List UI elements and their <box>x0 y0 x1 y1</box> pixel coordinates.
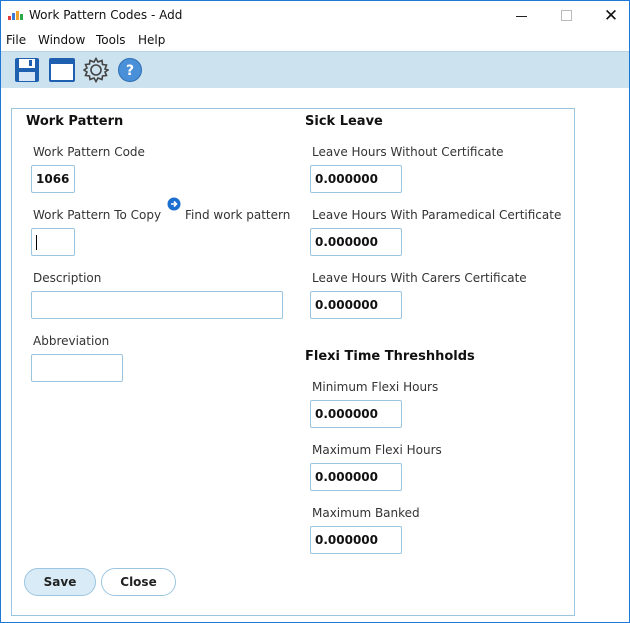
leave-without-cert-field[interactable]: 0.000000 <box>310 165 402 193</box>
window-title: Work Pattern Codes - Add <box>29 8 183 22</box>
app-logo-icon <box>8 11 23 20</box>
leave-carers-cert-field[interactable]: 0.000000 <box>310 291 402 319</box>
app-window: Work Pattern Codes - Add ✕ File Window T… <box>0 0 630 623</box>
form-panel: Work Pattern Work Pattern Code 1066 Work… <box>11 108 575 616</box>
menu-help[interactable]: Help <box>138 33 165 47</box>
menu-tools[interactable]: Tools <box>96 33 126 47</box>
max-flexi-hours-field[interactable]: 0.000000 <box>310 463 402 491</box>
title-bar: Work Pattern Codes - Add ✕ <box>1 1 629 31</box>
work-pattern-code-field[interactable]: 1066 <box>31 165 75 193</box>
find-arrow-icon[interactable] <box>167 197 181 211</box>
toolbar: ? <box>1 51 629 88</box>
leave-paramedical-cert-label: Leave Hours With Paramedical Certificate <box>312 208 562 222</box>
close-window-button[interactable]: ✕ <box>596 5 626 27</box>
min-flexi-hours-field[interactable]: 0.000000 <box>310 400 402 428</box>
help-icon[interactable]: ? <box>117 57 143 83</box>
minimize-button[interactable] <box>506 5 536 27</box>
max-banked-label: Maximum Banked <box>312 506 420 520</box>
maximize-button[interactable] <box>551 5 581 27</box>
leave-paramedical-cert-field[interactable]: 0.000000 <box>310 228 402 256</box>
save-icon[interactable] <box>14 57 40 83</box>
work-pattern-to-copy-label: Work Pattern To Copy <box>33 208 162 222</box>
settings-gear-icon[interactable] <box>83 57 109 83</box>
sick-leave-section-title: Sick Leave <box>305 114 383 129</box>
description-field[interactable] <box>31 291 283 319</box>
svg-text:?: ? <box>126 63 134 79</box>
abbreviation-field[interactable] <box>31 354 123 382</box>
work-pattern-section-title: Work Pattern <box>26 114 124 129</box>
menu-file[interactable]: File <box>6 33 26 47</box>
leave-without-cert-label: Leave Hours Without Certificate <box>312 145 504 159</box>
work-pattern-to-copy-field[interactable] <box>31 228 75 256</box>
flexi-section-title: Flexi Time Threshholds <box>305 349 475 364</box>
window-icon[interactable] <box>49 57 75 83</box>
text-caret <box>36 235 37 250</box>
abbreviation-label: Abbreviation <box>33 334 110 348</box>
min-flexi-hours-label: Minimum Flexi Hours <box>312 380 439 394</box>
description-label: Description <box>33 271 102 285</box>
save-button[interactable]: Save <box>24 568 96 596</box>
max-banked-field[interactable]: 0.000000 <box>310 526 402 554</box>
close-button[interactable]: Close <box>101 568 176 596</box>
find-work-pattern-link[interactable]: Find work pattern <box>185 208 290 222</box>
leave-carers-cert-label: Leave Hours With Carers Certificate <box>312 271 527 285</box>
work-pattern-code-label: Work Pattern Code <box>33 145 145 159</box>
menu-bar: File Window Tools Help <box>1 31 629 51</box>
menu-window[interactable]: Window <box>38 33 85 47</box>
max-flexi-hours-label: Maximum Flexi Hours <box>312 443 442 457</box>
